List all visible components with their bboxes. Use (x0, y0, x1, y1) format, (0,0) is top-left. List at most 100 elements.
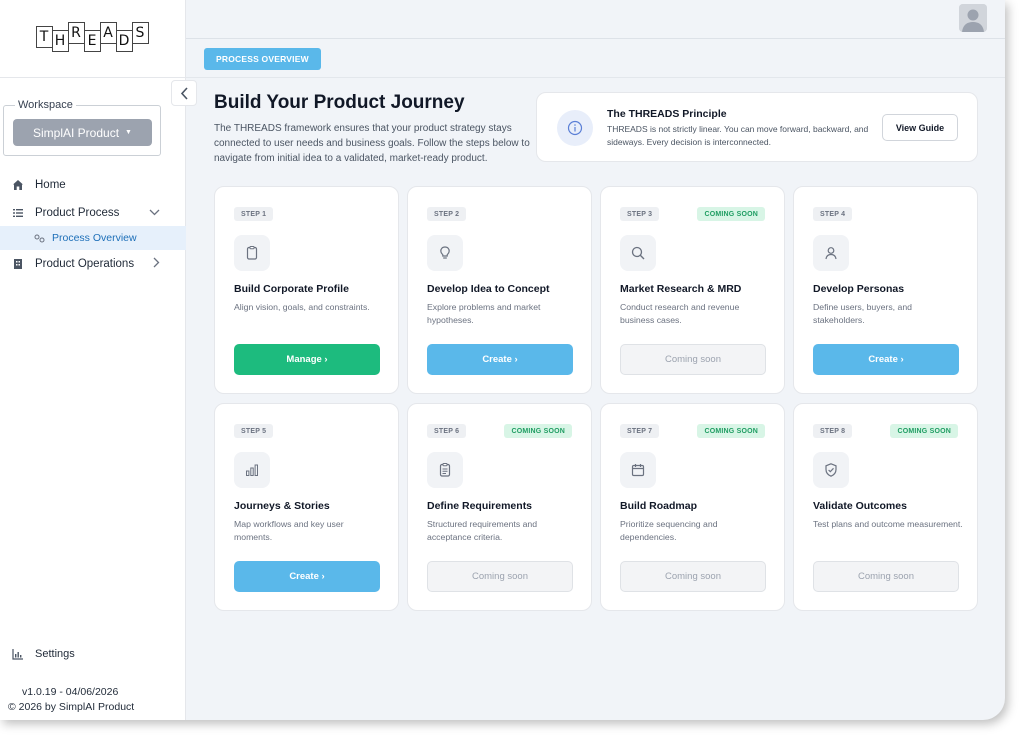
step-description: Conduct research and revenue business ca… (620, 302, 740, 325)
step-title: Validate Outcomes (813, 500, 907, 512)
step-title: Build Corporate Profile (234, 283, 349, 295)
sidebar-item-label: Product Operations (35, 258, 135, 270)
step-title: Define Requirements (427, 500, 533, 512)
sidebar-item-label: Process Overview (52, 232, 137, 244)
view-guide-button[interactable]: View Guide (882, 114, 958, 141)
settings-label: Settings (35, 648, 75, 660)
page-description: The THREADS framework ensures that your … (214, 123, 530, 164)
manage-button[interactable]: Manage › (234, 344, 380, 375)
coming-soon-badge: COMING SOON (697, 207, 765, 221)
sidebar-item-settings[interactable]: Settings (12, 648, 75, 660)
workspace-label: Workspace (15, 99, 76, 111)
list-icon (12, 207, 24, 219)
top-bar (186, 0, 1005, 39)
user-avatar-icon (959, 4, 987, 32)
coming-soon-button: Coming soon (427, 561, 573, 592)
create-button[interactable]: Create › (813, 344, 959, 375)
step-description: Align vision, goals, and constraints. (234, 302, 370, 312)
sidebar-item-label: Product Process (35, 207, 120, 219)
step-card: STEP 4 Develop Personas Define users, buye… (793, 186, 978, 394)
clipboard-icon (234, 235, 270, 271)
step-title: Journeys & Stories (234, 500, 330, 512)
breadcrumb: PROCESS OVERVIEW (186, 40, 1005, 78)
step-badge: STEP 3 (620, 207, 660, 221)
workspace-dropdown-button[interactable]: SimplAI Product ▼ (13, 119, 152, 146)
coming-soon-badge: COMING SOON (890, 424, 958, 438)
step-badge: STEP 7 (620, 424, 660, 438)
threads-logo[interactable]: T H R E A D S (35, 21, 149, 52)
avatar[interactable] (959, 4, 987, 32)
step-badge: STEP 1 (234, 207, 274, 221)
sidebar-item-label: Home (35, 179, 66, 191)
logo-letter: R (67, 21, 85, 44)
flow-icon (34, 233, 45, 244)
breadcrumb-pill[interactable]: PROCESS OVERVIEW (204, 48, 321, 70)
settings-chart-icon (12, 648, 24, 660)
sidebar-nav: Home Product Process Process Overview Pr… (0, 172, 186, 277)
bar-chart-icon (234, 452, 270, 488)
sidebar: T H R E A D S Workspace SimplAI Product … (0, 0, 186, 720)
step-card: STEP 7 COMING SOON Build Roadmap Prioritize… (600, 403, 785, 611)
step-title: Market Research & MRD (620, 283, 742, 295)
logo-letter: A (99, 21, 117, 44)
shield-check-icon (813, 452, 849, 488)
search-icon (620, 235, 656, 271)
step-card: STEP 8 COMING SOON Validate Outcomes Test p… (793, 403, 978, 611)
sidebar-item-home[interactable]: Home (0, 172, 186, 198)
step-description: Define users, buyers, and stakeholders. (813, 302, 912, 325)
home-icon (12, 179, 24, 191)
logo-letter: T (35, 25, 53, 48)
chevron-right-icon (153, 257, 160, 271)
logo-letter: D (115, 29, 133, 52)
caret-down-icon: ▼ (125, 129, 132, 136)
logo-area: T H R E A D S (0, 0, 185, 78)
step-badge: STEP 5 (234, 424, 274, 438)
step-title: Develop Idea to Concept (427, 283, 550, 295)
step-description: Test plans and outcome measurement. (813, 519, 963, 529)
coming-soon-button: Coming soon (813, 561, 959, 592)
coming-soon-badge: COMING SOON (504, 424, 572, 438)
clipboard-list-icon (427, 452, 463, 488)
sidebar-item-product-operations[interactable]: Product Operations (0, 251, 186, 277)
sidebar-item-product-process[interactable]: Product Process (0, 200, 186, 226)
step-description: Structured requirements and acceptance c… (427, 519, 538, 542)
chevron-down-icon (149, 207, 160, 219)
chevron-left-icon (180, 86, 188, 100)
building-icon (12, 258, 24, 270)
step-title: Develop Personas (813, 283, 905, 295)
coming-soon-badge: COMING SOON (697, 424, 765, 438)
step-badge: STEP 8 (813, 424, 853, 438)
step-description: Map workflows and key user moments. (234, 519, 344, 542)
logo-letter: S (131, 21, 149, 44)
calendar-icon (620, 452, 656, 488)
coming-soon-button: Coming soon (620, 344, 766, 375)
step-badge: STEP 4 (813, 207, 853, 221)
step-card: STEP 3 COMING SOON Market Research & MRD Co… (600, 186, 785, 394)
step-card: STEP 6 COMING SOON Define Requirements Stru… (407, 403, 592, 611)
logo-letter: E (83, 29, 101, 52)
create-button[interactable]: Create › (427, 344, 573, 375)
version-text: v1.0.19 - 04/06/2026 (22, 686, 119, 698)
step-title: Build Roadmap (620, 500, 698, 512)
create-button[interactable]: Create › (234, 561, 380, 592)
principle-text: THREADS is not strictly linear. You can … (607, 124, 869, 147)
step-card: STEP 5 Journeys & Stories Map workflows an… (214, 403, 399, 611)
info-icon (557, 110, 593, 146)
page-title: Build Your Product Journey (214, 92, 465, 113)
user-icon (813, 235, 849, 271)
step-badge: STEP 2 (427, 207, 467, 221)
app-window: T H R E A D S Workspace SimplAI Product … (0, 0, 1005, 720)
principle-title: The THREADS Principle (607, 108, 727, 120)
coming-soon-button: Coming soon (620, 561, 766, 592)
lightbulb-icon (427, 235, 463, 271)
step-description: Explore problems and market hypotheses. (427, 302, 541, 325)
step-card: STEP 1 Build Corporate Profile Align visio… (214, 186, 399, 394)
principle-card: The THREADS Principle THREADS is not str… (536, 92, 978, 162)
step-card: STEP 2 Develop Idea to Concept Explore pro… (407, 186, 592, 394)
sidebar-item-process-overview[interactable]: Process Overview (0, 226, 186, 250)
sidebar-collapse-button[interactable] (171, 80, 197, 106)
logo-letter: H (51, 29, 69, 52)
workspace-selector: Workspace SimplAI Product ▼ (3, 99, 161, 156)
step-description: Prioritize sequencing and dependencies. (620, 519, 718, 542)
workspace-value: SimplAI Product (33, 125, 120, 140)
